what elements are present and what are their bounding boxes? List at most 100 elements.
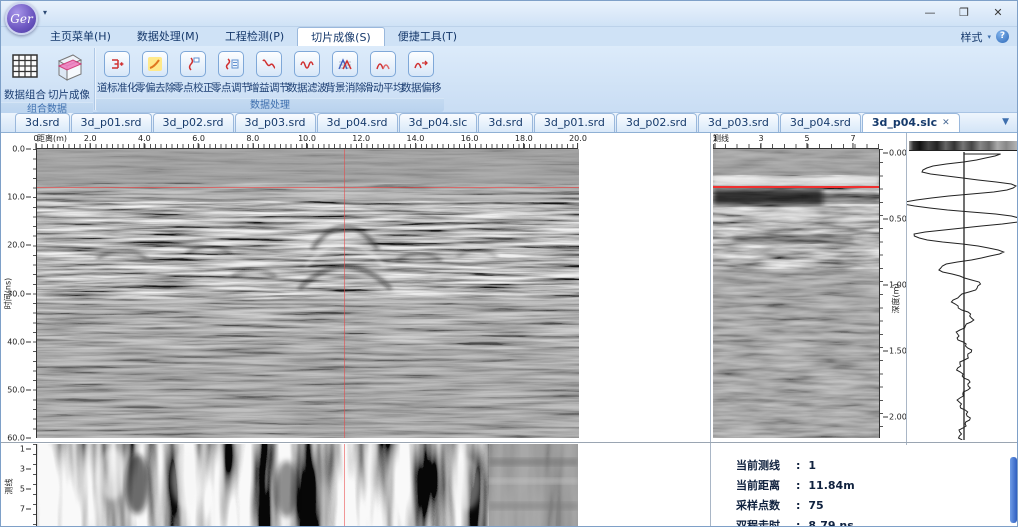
info-value: 75 [808, 498, 824, 512]
vertical-scrollbar-thumb[interactable] [1010, 457, 1017, 523]
plan-y-axis-title: 测线 [4, 478, 14, 495]
document-tab[interactable]: 3d_p03.srd [697, 113, 779, 132]
help-icon[interactable]: ? [996, 30, 1009, 43]
y-tick: 10.0 [7, 193, 31, 202]
minimize-button[interactable]: — [915, 3, 945, 23]
data-filter-button[interactable]: 数据滤波 [287, 49, 328, 95]
info-row: 双程走时 : 8.79 ns [736, 515, 855, 527]
style-dropdown-arrow-icon[interactable]: ▾ [987, 33, 991, 41]
slice-imaging-button[interactable]: 切片成像 [47, 49, 91, 102]
zero-correction-button[interactable]: 零点校正 [173, 49, 214, 95]
zero-adjust-icon [218, 51, 244, 77]
zero-correction-icon [180, 51, 206, 77]
y-tick: 20.0 [7, 241, 31, 250]
button-label: 数据偏移 [401, 82, 442, 94]
background-removal-button[interactable]: 背景消除 [325, 49, 366, 95]
menu-tab[interactable]: 切片成像(S) [297, 27, 385, 46]
menu-tab[interactable]: 主页菜单(H) [37, 27, 124, 46]
ribbon-group-combine: 数据组合 切片成像 组合数据 [1, 46, 93, 116]
ascan-trace-panel[interactable] [907, 152, 1017, 440]
document-tab[interactable]: 3d_p02.srd [615, 113, 697, 132]
background-removal-icon [332, 51, 358, 77]
data-combine-button[interactable]: 数据组合 [3, 49, 47, 102]
app-window: Ger ▾ — ❐ ✕ 主页菜单(H) 数据处理(M) 工程检测(P) 切片成像(S)… [0, 0, 1018, 527]
info-label: 当前测线 [736, 459, 780, 472]
y-tick: 0.00 [883, 149, 907, 158]
quick-access-dropdown-icon[interactable]: ▾ [43, 8, 47, 17]
info-value: 1 [808, 458, 817, 472]
app-logo[interactable]: Ger [5, 2, 38, 35]
document-tab[interactable]: 3d_p03.srd [234, 113, 316, 132]
bscan-texture [37, 149, 579, 438]
plan-slice-texture [37, 444, 578, 526]
document-tab[interactable]: 3d_p04.slc ✕ [861, 113, 960, 132]
panel-divider-horizontal[interactable] [1, 442, 1017, 443]
data-migration-icon [408, 51, 434, 77]
main-y-axis-title: 时间(ns) [3, 277, 13, 310]
menu-tab[interactable]: 便捷工具(T) [385, 27, 470, 46]
button-label: 零点校正 [173, 82, 214, 94]
panel-divider-vertical[interactable] [710, 133, 711, 526]
button-label: 滑动平均 [363, 82, 404, 94]
info-separator: : [796, 458, 801, 472]
y-tick: 1 [20, 445, 31, 454]
data-filter-icon [294, 51, 320, 77]
info-row: 采样点数 : 75 [736, 495, 855, 515]
y-tick: 50.0 [7, 385, 31, 394]
button-label: 零点调节 [211, 82, 252, 94]
close-button[interactable]: ✕ [983, 3, 1013, 23]
document-tabs: 3d.srd 3d_p01.srd 3d_p02.srd 3d_p03.srd 3d_p… [15, 113, 961, 132]
gain-adjust-button[interactable]: 增益调节 [249, 49, 290, 95]
document-tab[interactable]: 3d_p01.srd [70, 113, 152, 132]
document-tab-bar: 3d.srd 3d_p01.srd 3d_p02.srd 3d_p03.srd 3d_p… [1, 113, 1017, 133]
trace-normalize-button[interactable]: 道标准化 [97, 49, 138, 95]
ribbon: 数据组合 切片成像 组合数据 道标准化 零偏去除 零点校正 零点调节 增益调节 … [1, 46, 1017, 116]
slice-cube-icon [54, 51, 84, 85]
document-tab[interactable]: 3d_p02.srd [152, 113, 234, 132]
style-dropdown[interactable]: 样式 [960, 29, 982, 45]
y-tick: 3 [20, 465, 31, 474]
menu-tab[interactable]: 工程检测(P) [212, 27, 297, 46]
plan-position-marker-line [344, 444, 345, 526]
titlebar: Ger ▾ — ❐ ✕ [1, 1, 1017, 35]
crosshair-horizontal-line [37, 187, 579, 188]
info-value: 11.84m [808, 478, 855, 492]
y-tick: 1.50 [883, 347, 907, 356]
maximize-button[interactable]: ❐ [949, 3, 979, 23]
menu-tab[interactable]: 数据处理(M) [124, 27, 212, 46]
moving-average-button[interactable]: 滑动平均 [363, 49, 404, 95]
data-migration-button[interactable]: 数据偏移 [401, 49, 442, 95]
document-tab[interactable]: 3d_p04.srd [779, 113, 861, 132]
y-tick: 2.00 [883, 413, 907, 422]
plan-slice-image[interactable] [37, 444, 578, 526]
info-value: 8.79 ns [808, 518, 854, 527]
document-tab[interactable]: 3d_p04.srd [316, 113, 398, 132]
document-tab[interactable]: 3d.srd [15, 113, 70, 132]
document-tab[interactable]: 3d_p04.slc [398, 113, 478, 132]
bscan-image[interactable] [37, 149, 579, 438]
info-row: 当前测线 : 1 [736, 455, 855, 475]
window-controls: — ❐ ✕ [915, 3, 1013, 23]
zero-adjust-button[interactable]: 零点调节 [211, 49, 252, 95]
trace-normalize-icon [104, 51, 130, 77]
cross-depth-marker-line [713, 186, 879, 188]
info-separator: : [796, 518, 801, 527]
y-tick: 40.0 [7, 337, 31, 346]
menu-tabs: 主页菜单(H) 数据处理(M) 工程检测(P) 切片成像(S) 便捷工具(T) [37, 27, 470, 46]
ribbon-group-process: 道标准化 零偏去除 零点校正 零点调节 增益调节 数据滤波 背景消除 滑动平均 … [96, 46, 444, 112]
document-tab[interactable]: 3d_p01.srd [533, 113, 615, 132]
gain-adjust-icon [256, 51, 282, 77]
cross-slice-image[interactable] [713, 149, 879, 438]
document-tab[interactable]: 3d.srd [478, 113, 533, 132]
ribbon-separator [94, 48, 95, 110]
menubar-right: 样式 ▾ ? [960, 27, 1017, 46]
group-label-process: 数据处理 [96, 98, 444, 112]
y-tick: 0.50 [883, 215, 907, 224]
tab-overflow-dropdown-icon[interactable]: ▼ [1002, 113, 1017, 132]
dc-removal-button[interactable]: 零偏去除 [135, 49, 176, 95]
tab-close-icon[interactable]: ✕ [942, 114, 950, 132]
info-label: 双程走时 [736, 519, 780, 527]
button-label: 增益调节 [249, 82, 290, 94]
app-logo-text: Ger [10, 11, 33, 26]
trace-info-panel: 当前测线 : 1 当前距离 : 11.84m 采样点数 : 75 双程走时 : … [736, 455, 855, 527]
